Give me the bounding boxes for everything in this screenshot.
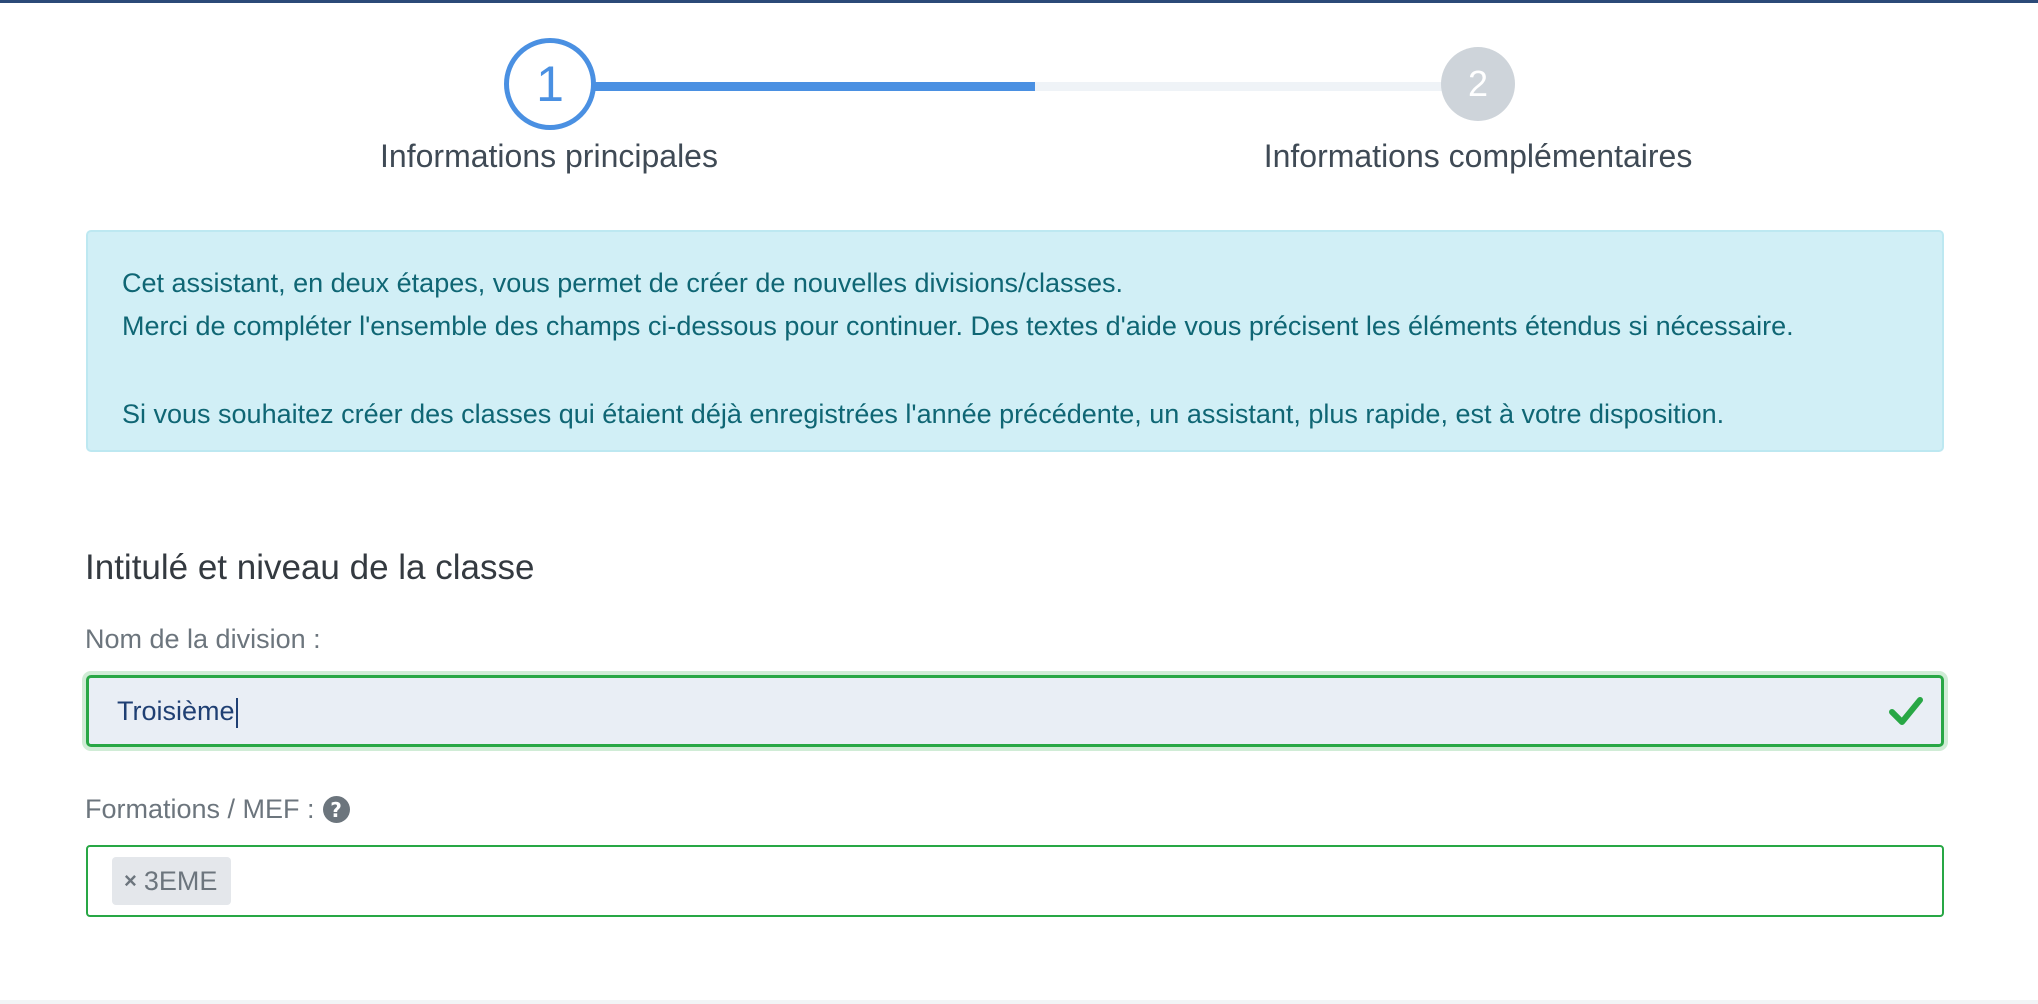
- formations-mef-label-text: Formations / MEF :: [85, 794, 315, 824]
- wizard-page: 1 Informations principales 2 Information…: [0, 0, 2038, 1004]
- tag-remove-icon[interactable]: ×: [124, 868, 137, 894]
- step-1-indicator[interactable]: 1: [504, 38, 596, 130]
- tag-label: 3EME: [143, 865, 218, 896]
- section-title: Intitulé et niveau de la classe: [85, 548, 535, 587]
- info-alert: Cet assistant, en deux étapes, vous perm…: [86, 230, 1944, 452]
- step-2-label[interactable]: Informations complémentaires: [1264, 138, 1693, 175]
- wizard-stepper: 1 Informations principales 2 Information…: [0, 0, 2038, 200]
- formations-mef-select[interactable]: × 3EME: [86, 845, 1944, 917]
- formations-mef-label: Formations / MEF : ?: [85, 794, 350, 825]
- alert-line-2: Merci de compléter l'ensemble des champs…: [122, 311, 1794, 341]
- alert-line-3: Si vous souhaitez créer des classes qui …: [122, 399, 1725, 429]
- division-name-input[interactable]: Troisième: [86, 675, 1944, 747]
- step-1-label[interactable]: Informations principales: [380, 138, 718, 175]
- division-name-label: Nom de la division :: [85, 624, 321, 655]
- bottom-divider: [0, 1000, 2038, 1004]
- division-name-text[interactable]: Troisième: [117, 696, 235, 726]
- text-caret: [235, 697, 238, 728]
- question-circle-icon[interactable]: ?: [322, 796, 350, 823]
- division-name-label-text: Nom de la division :: [85, 624, 321, 654]
- step-2-indicator[interactable]: 2: [1441, 47, 1515, 121]
- division-name-value[interactable]: Troisième: [117, 678, 238, 744]
- selected-tag-3eme: × 3EME: [112, 857, 232, 905]
- stepper-progress-fill: [590, 82, 1035, 91]
- alert-line-1: Cet assistant, en deux étapes, vous perm…: [122, 268, 1124, 298]
- check-icon: [1889, 697, 1923, 725]
